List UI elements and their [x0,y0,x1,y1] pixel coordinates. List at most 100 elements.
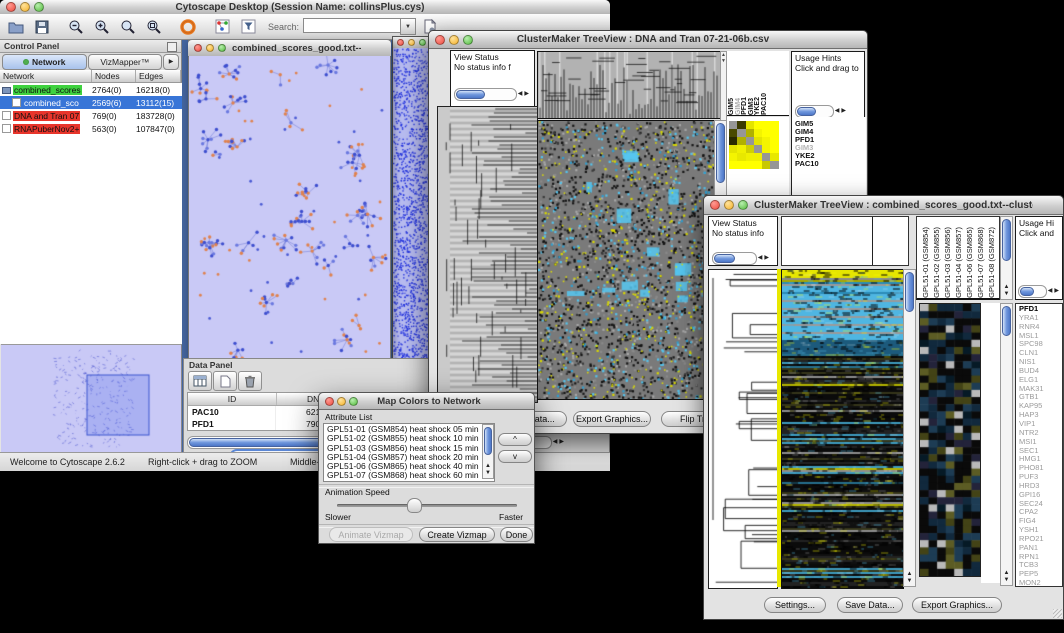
window-controls[interactable] [704,200,754,210]
column-label: PAC10 [762,93,769,115]
screen: Cytoscape Desktop (Session Name: collins… [0,0,1064,633]
settings-button[interactable]: Settings... [764,597,826,613]
move-down-button[interactable]: v [498,450,532,463]
window-controls[interactable] [429,35,479,45]
zoom-heatmap[interactable] [919,303,981,577]
network-item-icon [2,111,11,120]
move-up-button[interactable]: ^ [498,433,532,446]
zoom-fit-icon[interactable] [142,16,166,37]
column-label: GPL51-08 (GSM872) [986,227,997,298]
row-label: PAC10 [795,160,866,168]
window-controls[interactable] [188,44,232,52]
zoom-window-icon[interactable] [34,2,44,12]
slider-thumb[interactable] [407,498,422,513]
trash-icon[interactable] [238,371,262,391]
network-icon [23,59,29,65]
network-canvas[interactable] [189,56,390,361]
window-controls[interactable] [0,2,50,12]
network-item-icon [2,124,11,133]
heatmap-vscrollbar[interactable]: ▲▼ [903,269,916,587]
search-input[interactable] [303,18,400,33]
column-label: GPL51-06 (GSM865) [964,227,975,298]
column-tree-area [781,216,909,266]
zoom-heatmap[interactable] [729,121,779,169]
attribute-list-label: Attribute List [325,412,372,422]
status-hint-zoom: Right-click + drag to ZOOM [148,457,257,467]
save-icon[interactable] [30,16,54,37]
export-graphics-button[interactable]: Export Graphics... [912,597,1002,613]
column-label: GPL51-02 (GSM855) [931,227,942,298]
map-colors-dialog: Map Colors to Network Attribute List GPL… [318,392,535,544]
column-label: GPL51-03 (GSM856) [942,227,953,298]
status-welcome: Welcome to Cytoscape 2.6.2 [10,457,125,467]
zoom-gap [981,303,1000,583]
view-status-hscrollbar[interactable]: ◀▶ [454,88,530,101]
zoom-in-icon[interactable] [90,16,114,37]
dialog-title: Map Colors to Network [364,396,494,407]
network-table-row[interactable]: DNA and Tran 07 769(0) 183728(0) [0,109,182,122]
window-title: Cytoscape Desktop (Session Name: collins… [50,2,550,13]
zoom-row-labels: PFD1YRA1RNR4MSL1SPC98CLN1NIS1BUD4ELG1MAK… [1015,303,1063,587]
network-list-area [0,135,183,344]
network-view-titlebar[interactable]: combined_scores_good.txt--cluste... [188,40,391,57]
create-vizmap-button[interactable]: Create Vizmap [419,527,495,542]
row-dendrogram[interactable] [437,106,538,403]
row-dendrogram[interactable] [708,269,778,589]
dialog-titlebar[interactable]: Map Colors to Network [319,393,534,410]
view-status-hscrollbar[interactable]: ◀▶ [712,252,770,265]
vizmap-icon[interactable] [210,16,234,37]
save-data-button[interactable]: Save Data... [837,597,903,613]
treeview1-titlebar[interactable]: ClusterMaker TreeView : DNA and Tran 07-… [429,31,867,49]
treeview2-titlebar[interactable]: ClusterMaker TreeView : combined_scores_… [704,196,1063,215]
usage-hints-hscrollbar[interactable]: ◀▶ [1018,285,1060,298]
close-icon[interactable] [6,2,16,12]
tab-network[interactable]: Network [2,54,87,70]
control-panel-tabs: Network VizMapper™ ▶ [0,53,182,70]
treeview2-window: ClusterMaker TreeView : combined_scores_… [703,195,1064,620]
tab-overflow-arrow[interactable]: ▶ [163,54,179,70]
attribute-item[interactable]: GPL51-07 (GSM868) heat shock 60 min [327,471,494,480]
network-table-header: Network Nodes Edges [0,70,182,83]
network-table-row[interactable]: combined_sco 2569(6) 13112(15) [0,96,182,109]
birdseye-overview[interactable] [1,344,182,453]
treeview2-title: ClusterMaker TreeView : combined_scores_… [754,200,1033,211]
gene-label[interactable]: MON2 [1019,579,1062,587]
main-heatmap[interactable] [537,120,715,400]
float-panel-icon[interactable] [167,42,177,52]
network-table-row[interactable]: RNAPuberNov2+ 563(0) 107847(0) [0,122,182,135]
tab-vizmapper[interactable]: VizMapper™ [88,54,163,70]
network-item-icon [12,98,21,107]
export-graphics-button[interactable]: Export Graphics... [573,411,651,427]
network-view-title: combined_scores_good.txt--cluste... [232,43,361,54]
cytoscape-titlebar[interactable]: Cytoscape Desktop (Session Name: collins… [0,0,610,15]
network-item-icon [2,87,11,94]
attribute-list: GPL51-01 (GSM854) heat shock 05 minGPL51… [323,423,495,482]
table-view-icon[interactable] [188,371,212,391]
zoom-out-icon[interactable] [64,16,88,37]
minimize-icon[interactable] [20,2,30,12]
zoom-column-labels: GPL51-01 (GSM854)GPL51-02 (GSM855)GPL51-… [916,216,1000,300]
search-label: Search: [268,22,299,32]
resize-grip[interactable] [1053,609,1062,618]
animation-speed-slider[interactable] [337,504,517,507]
network-table-row[interactable]: combined_scores 2764(0) 16218(0) [0,83,182,96]
done-button[interactable]: Done [500,527,533,542]
column-dendrogram[interactable] [537,51,721,119]
search-dropdown-icon[interactable]: ▼ [400,18,416,35]
help-ring-icon[interactable] [176,16,200,37]
open-folder-icon[interactable] [4,16,28,37]
window-controls[interactable] [319,397,364,406]
background-network-window[interactable] [392,36,430,368]
column-label: GPL51-07 (GSM868) [975,227,986,298]
zoom-selected-icon[interactable] [116,16,140,37]
main-heatmap[interactable] [781,269,904,589]
column-label: GPL51-01 (GSM854) [920,227,931,298]
gene-list-vscrollbar[interactable]: ▲▼ [1000,303,1013,586]
network-table: combined_scores 2764(0) 16218(0) combine… [0,83,183,135]
attribute-list-vscrollbar[interactable]: ▲▼ [482,424,494,479]
column-labels-vscrollbar[interactable]: ▲▼ [1000,216,1013,300]
animate-vizmap-button[interactable]: Animate Vizmap [329,527,413,542]
control-panel-header: Control Panel [0,40,182,53]
new-doc-icon[interactable] [213,371,237,391]
annotation-icon[interactable] [236,16,260,37]
